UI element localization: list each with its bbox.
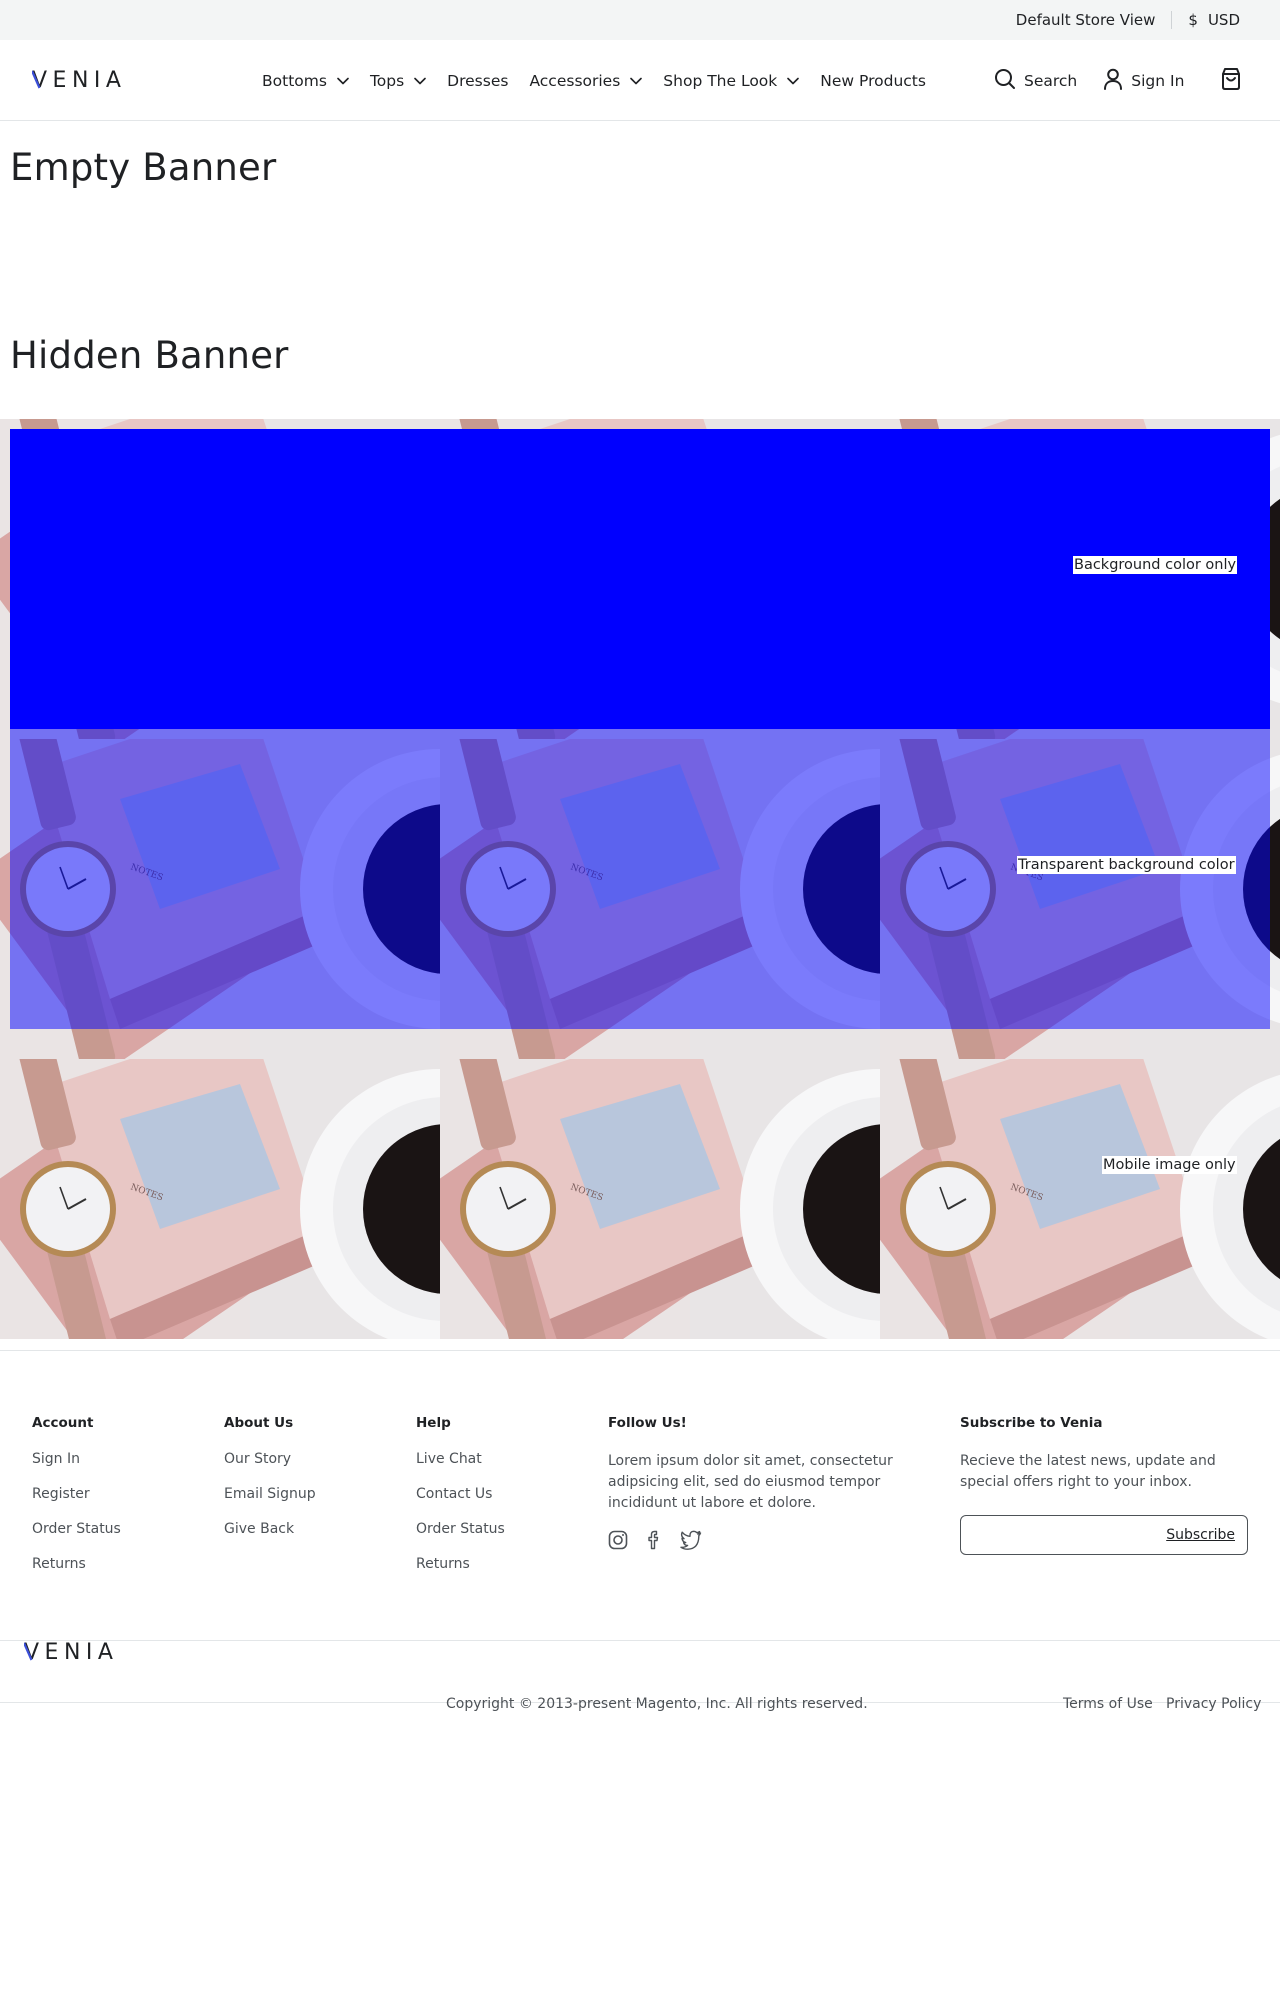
banner-image-row: NOTES NOTES NOTES — [0, 1059, 1280, 1339]
nav-item-shop-the-look[interactable]: Shop The Look — [663, 71, 800, 90]
store-switcher[interactable]: Default Store View — [1016, 11, 1172, 29]
logo-wordmark: VENIA — [32, 68, 126, 90]
cart-button[interactable] — [1220, 67, 1242, 95]
footer-divider — [0, 1640, 1280, 1641]
sign-in-button[interactable]: Sign In — [1103, 68, 1184, 94]
subscribe-text: Recieve the latest news, update and spec… — [960, 1453, 1216, 1490]
footer-column-title: Follow Us! — [608, 1415, 687, 1431]
currency-symbol: $ — [1188, 11, 1198, 29]
nav-label: Accessories — [529, 71, 621, 90]
currency-switcher[interactable]: $ USD — [1172, 11, 1240, 29]
footer-link[interactable]: Live Chat — [416, 1451, 505, 1486]
footer-column-title: Subscribe to Venia — [960, 1415, 1103, 1431]
search-button[interactable]: Search — [994, 68, 1077, 94]
search-icon — [994, 68, 1016, 94]
footer-column-help: Help Live Chat Contact Us Order Status R… — [416, 1415, 505, 1591]
chevron-down-icon — [414, 77, 426, 85]
follow-text: Lorem ipsum dolor sit amet, consectetur … — [608, 1453, 893, 1511]
hidden-banner-heading: Hidden Banner — [10, 334, 289, 377]
banner-transparent-background — [10, 729, 1270, 1029]
footer-link[interactable]: Returns — [32, 1556, 121, 1591]
footer-column-account: Account Sign In Register Order Status Re… — [32, 1415, 121, 1591]
instagram-icon[interactable] — [608, 1530, 628, 1554]
banner-label-bg-color: Background color only — [1073, 556, 1238, 574]
currency-code: USD — [1207, 11, 1240, 29]
header-actions: Search Sign In — [994, 40, 1242, 121]
banner-photo: NOTES — [440, 1059, 880, 1339]
top-utility-bar: Default Store View $ USD — [0, 0, 1280, 40]
subscribe-email-field[interactable]: Subscribe — [960, 1515, 1248, 1555]
nav-label: Bottoms — [262, 71, 327, 90]
footer-link[interactable]: Give Back — [224, 1521, 316, 1556]
subscribe-button[interactable]: Subscribe — [1166, 1527, 1235, 1543]
footer-link[interactable]: Our Story — [224, 1451, 316, 1486]
logo-wordmark: VENIA — [24, 1640, 118, 1662]
footer-follow-us: Follow Us! Lorem ipsum dolor sit amet, c… — [608, 1415, 893, 1554]
banner-photo: NOTES — [880, 1059, 1280, 1339]
banner-label-transparent: Transparent background color — [1017, 856, 1236, 874]
footer-link[interactable]: Contact Us — [416, 1486, 505, 1521]
venia-logo[interactable]: VENIA — [32, 66, 136, 92]
footer-link[interactable]: Email Signup — [224, 1486, 316, 1521]
sign-in-label: Sign In — [1131, 71, 1185, 90]
footer-link[interactable]: Sign In — [32, 1451, 121, 1486]
main-navigation: Bottoms Tops Dresses Accessories Shop Th… — [262, 40, 947, 121]
chevron-down-icon — [630, 77, 643, 85]
social-links — [608, 1530, 893, 1554]
nav-label: Dresses — [447, 71, 509, 90]
footer-link[interactable]: Order Status — [416, 1521, 505, 1556]
chevron-down-icon — [337, 77, 349, 85]
empty-banner-heading: Empty Banner — [10, 146, 277, 189]
copyright-text: Copyright © 2013-present Magento, Inc. A… — [446, 1696, 868, 1712]
twitter-icon[interactable] — [680, 1530, 702, 1554]
footer-venia-logo[interactable]: VENIA — [22, 1640, 128, 1666]
search-label: Search — [1024, 71, 1078, 90]
footer-link[interactable]: Returns — [416, 1556, 505, 1591]
footer-column-title: Account — [32, 1415, 94, 1431]
footer-link[interactable]: Register — [32, 1486, 121, 1521]
venia-logo-mark: VENIA — [22, 1640, 118, 1665]
user-icon — [1103, 68, 1123, 94]
privacy-policy-link[interactable]: Privacy Policy — [1166, 1696, 1261, 1712]
site-header: VENIA Bottoms Tops Dresses Accessories S… — [0, 40, 1280, 121]
venia-logo-mark: VENIA — [32, 68, 126, 90]
footer-subscribe: Subscribe to Venia Recieve the latest ne… — [960, 1415, 1260, 1555]
footer-column-title: About Us — [224, 1415, 294, 1431]
nav-item-tops[interactable]: Tops — [370, 72, 426, 90]
footer-column-title: Help — [416, 1415, 451, 1431]
terms-of-use-link[interactable]: Terms of Use — [1063, 1696, 1153, 1712]
nav-label: New Products — [820, 71, 926, 90]
cart-bag-icon — [1220, 67, 1242, 95]
nav-item-bottoms[interactable]: Bottoms — [262, 72, 349, 90]
footer-link[interactable]: Order Status — [32, 1521, 121, 1556]
banner-photo: NOTES — [0, 1059, 440, 1339]
nav-label: Shop The Look — [663, 71, 778, 90]
facebook-icon[interactable] — [644, 1530, 664, 1554]
nav-item-new-products[interactable]: New Products — [820, 72, 926, 90]
chevron-down-icon — [787, 77, 800, 85]
banner-label-mobile-image: Mobile image only — [1102, 1156, 1237, 1174]
footer-divider — [0, 1350, 1280, 1351]
nav-label: Tops — [369, 71, 405, 90]
banner-background-color-only — [10, 429, 1270, 729]
nav-item-accessories[interactable]: Accessories — [529, 71, 643, 90]
footer-column-about: About Us Our Story Email Signup Give Bac… — [224, 1415, 316, 1556]
nav-item-dresses[interactable]: Dresses — [447, 72, 508, 90]
